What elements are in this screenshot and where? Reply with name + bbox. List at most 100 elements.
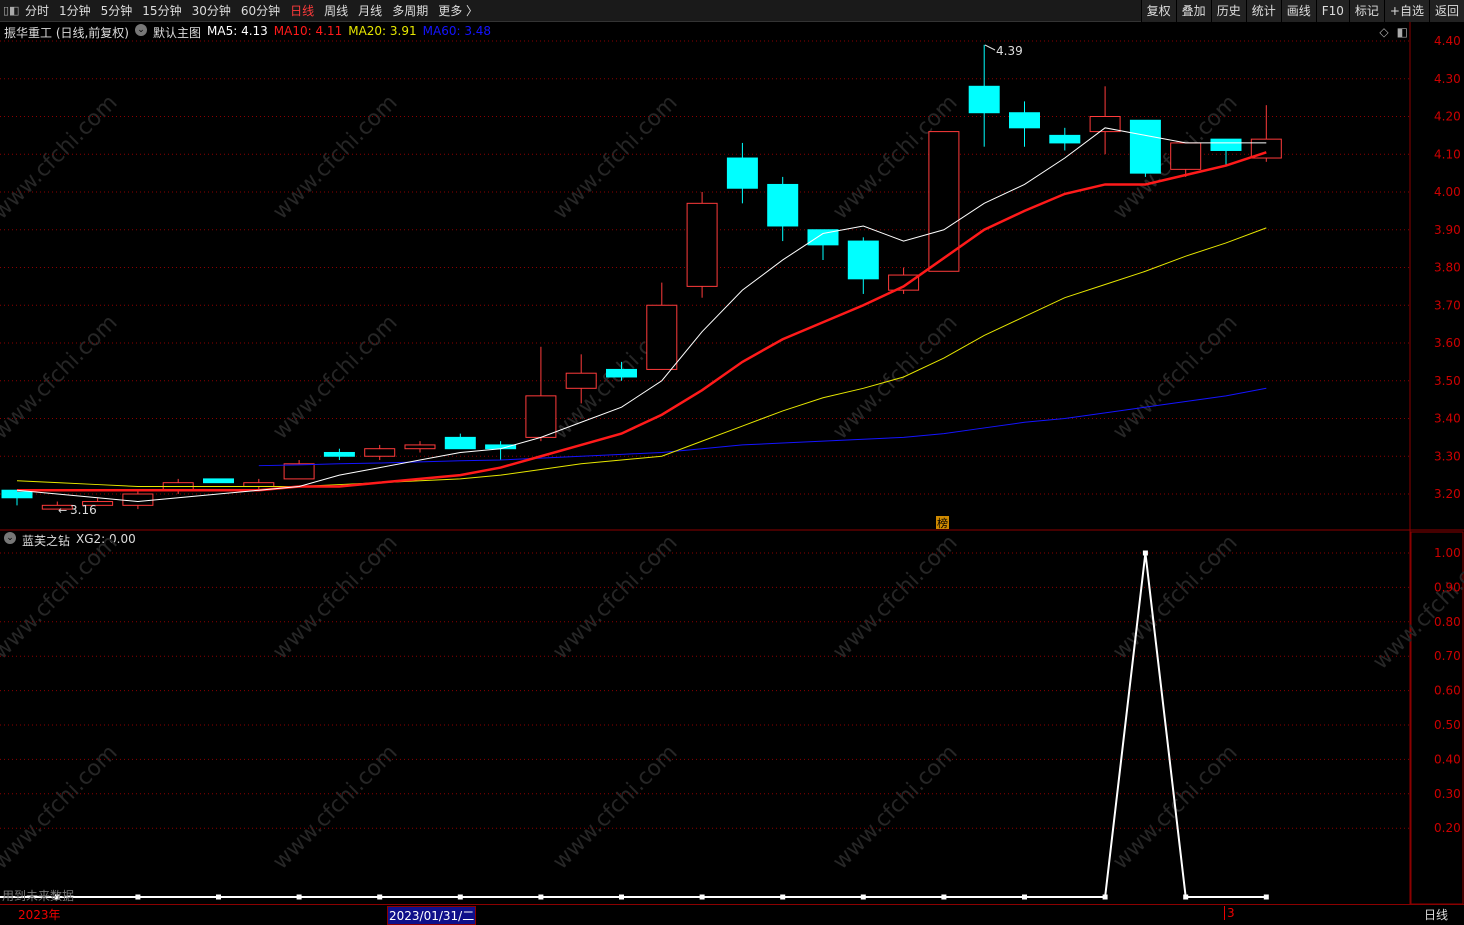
- candle-down: [444, 436, 476, 450]
- price-tick: 3.40: [1434, 412, 1461, 426]
- watermark: www.cfchi.com: [268, 90, 402, 224]
- candle-down: [1009, 112, 1040, 129]
- indicator-tick: 0.20: [1434, 821, 1461, 835]
- watermark: www.cfchi.com: [548, 90, 682, 224]
- watermark: www.cfchi.com: [828, 530, 962, 664]
- candle-up: [243, 482, 275, 487]
- future-data-note: 用到未来数据: [2, 889, 75, 903]
- month-label: 3: [1224, 906, 1235, 920]
- xg2-point: [780, 894, 786, 900]
- xg2-point: [1263, 894, 1269, 900]
- candle-down: [1049, 134, 1081, 144]
- period-tab-3[interactable]: 15分钟: [137, 4, 186, 18]
- period-tab-6[interactable]: 日线: [285, 4, 319, 18]
- tool-button-0[interactable]: 复权: [1140, 0, 1176, 22]
- xg2-point: [457, 894, 463, 900]
- period-tab-0[interactable]: 分时: [20, 4, 54, 18]
- watermark: www.cfchi.com: [268, 310, 402, 444]
- watermark: www.cfchi.com: [548, 530, 682, 664]
- xg2-point: [377, 894, 383, 900]
- xg2-point: [619, 894, 624, 900]
- indicator-tick: 0.60: [1434, 684, 1461, 698]
- low-label: 3.16: [70, 503, 97, 517]
- watermark: www.cfchi.com: [548, 740, 682, 874]
- indicator-tick: 0.50: [1434, 718, 1461, 732]
- xg2-point: [1102, 894, 1108, 900]
- price-tick: 4.10: [1434, 147, 1461, 161]
- candle-up: [888, 274, 920, 291]
- xg2-point: [1022, 894, 1027, 900]
- candle-up: [646, 304, 678, 370]
- high-pointer: [984, 44, 996, 51]
- period-tab-10[interactable]: 更多 〉: [433, 4, 483, 18]
- watermark: www.cfchi.com: [1108, 530, 1242, 664]
- cursor-date: 2023/01/31/二: [387, 906, 477, 925]
- menu-icon[interactable]: ▯◧: [0, 4, 20, 17]
- candle-down: [203, 478, 234, 484]
- tool-button-1[interactable]: 叠加: [1175, 0, 1211, 22]
- arrow-left-icon: ←: [58, 504, 67, 517]
- candle-down: [726, 157, 758, 189]
- tool-button-5[interactable]: F10: [1315, 0, 1349, 22]
- tool-button-2[interactable]: 历史: [1210, 0, 1246, 22]
- xg2-point: [296, 894, 302, 900]
- candle-up: [404, 444, 436, 450]
- xg2-point: [216, 894, 221, 900]
- price-tick: 3.70: [1434, 298, 1461, 312]
- xg2-point: [860, 894, 866, 900]
- date-axis: 2023年 2023/01/31/二 3 日线: [0, 904, 1464, 925]
- indicator-tick: 0.90: [1434, 580, 1461, 594]
- tool-button-3[interactable]: 统计: [1245, 0, 1281, 22]
- candle-up: [686, 202, 718, 287]
- period-tab-7[interactable]: 周线: [319, 4, 353, 18]
- candle-up: [364, 448, 396, 457]
- xg2-point: [538, 894, 544, 900]
- watermark: www.cfchi.com: [828, 740, 962, 874]
- xg2-point: [941, 894, 947, 900]
- high-label: 4.39: [996, 44, 1023, 58]
- right-tools: 复权 叠加 历史 统计 画线 F10 标记 +自选 返回: [1140, 0, 1464, 22]
- tool-button-6[interactable]: 标记: [1348, 0, 1384, 22]
- year-label: 2023年: [18, 908, 61, 922]
- period-tab-5[interactable]: 60分钟: [236, 4, 285, 18]
- xg2-point: [1183, 894, 1189, 900]
- candle-up: [122, 493, 154, 506]
- candle-down: [1210, 138, 1242, 151]
- tool-button-4[interactable]: 画线: [1280, 0, 1316, 22]
- candle-down: [1129, 119, 1161, 174]
- period-tab-1[interactable]: 1分钟: [54, 4, 96, 18]
- period-tab-4[interactable]: 30分钟: [187, 4, 236, 18]
- watermark: www.cfchi.com: [268, 530, 402, 664]
- watermark: www.cfchi.com: [828, 310, 962, 444]
- watermark: www.cfchi.com: [0, 740, 123, 874]
- period-tab-2[interactable]: 5分钟: [96, 4, 138, 18]
- indicator-tick: 0.70: [1434, 649, 1461, 663]
- period-tab-8[interactable]: 月线: [353, 4, 387, 18]
- watermark: www.cfchi.com: [0, 530, 123, 664]
- candle-down: [323, 451, 355, 457]
- xg2-point: [135, 894, 141, 900]
- kline-chart[interactable]: www.cfchi.com www.cfchi.com www.cfchi.com w…: [0, 22, 1464, 904]
- indicator-tick: 1.00: [1434, 546, 1461, 560]
- watermark: www.cfchi.com: [0, 310, 123, 444]
- xg2-point: [1142, 550, 1148, 556]
- price-tick: 4.40: [1434, 34, 1461, 48]
- candle-up: [1170, 142, 1202, 170]
- watermark: www.cfchi.com: [268, 740, 402, 874]
- watermark: www.cfchi.com: [0, 90, 123, 224]
- ma5-line: [16, 127, 1267, 503]
- ma10-line: [17, 151, 1267, 492]
- indicator-tick: 0.80: [1434, 615, 1461, 629]
- period-label[interactable]: 日线: [1424, 906, 1448, 923]
- candle-up: [525, 395, 557, 438]
- period-tab-9[interactable]: 多周期: [387, 4, 433, 18]
- tool-button-7[interactable]: +自选: [1383, 0, 1429, 22]
- indicator-tick: 0.40: [1434, 752, 1461, 766]
- tool-button-8[interactable]: 返回: [1428, 0, 1464, 22]
- price-tick: 3.50: [1434, 374, 1461, 388]
- candle-down: [847, 240, 879, 280]
- price-tick: 3.80: [1434, 261, 1461, 275]
- price-tick: 4.20: [1434, 110, 1461, 124]
- price-tick: 3.90: [1434, 223, 1461, 237]
- candle-down: [968, 85, 1000, 114]
